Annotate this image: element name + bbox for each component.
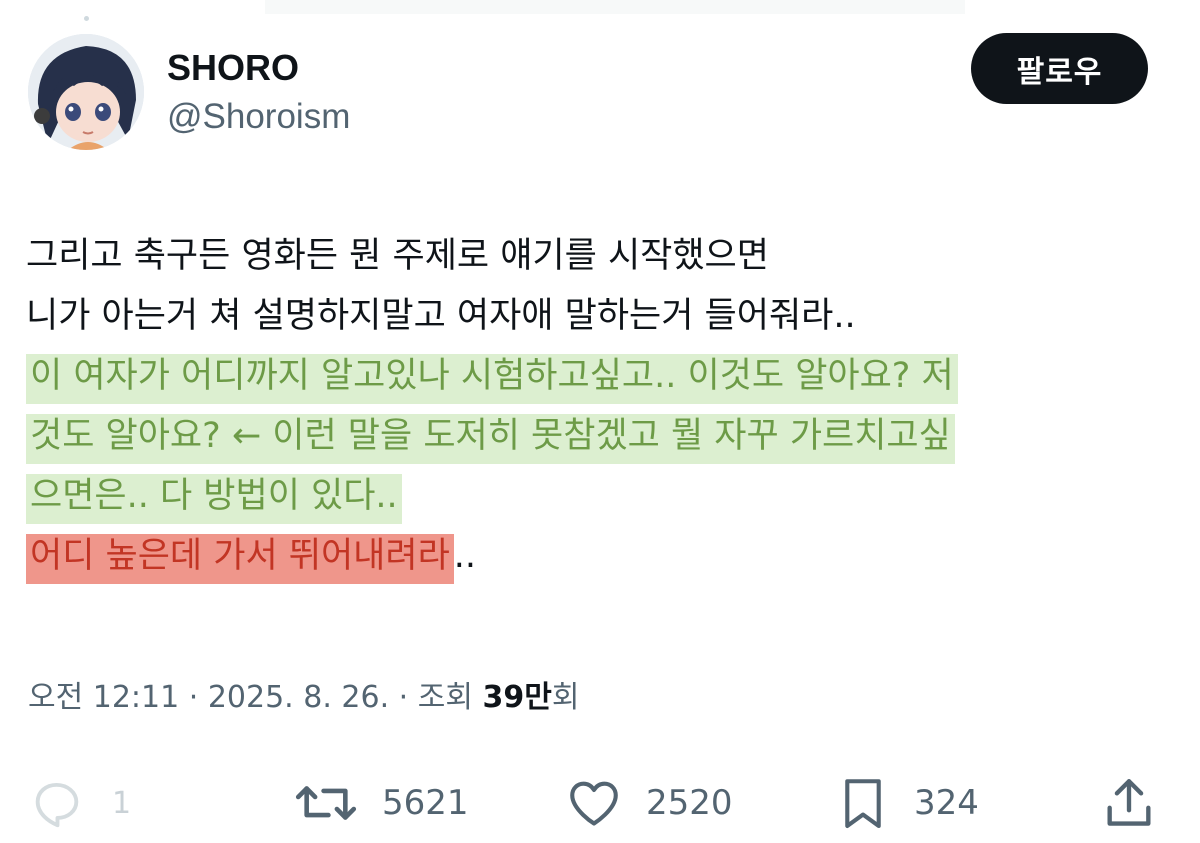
bookmark-count: 324: [914, 783, 979, 823]
tweet-line: 그리고 축구든 영화든 뭔 주제로 얘기를 시작했으면: [26, 226, 1176, 286]
tweet-line-highlighted-green: 으면은.. 다 방법이 있다..: [26, 466, 1176, 526]
meta-separator: ·: [179, 680, 208, 715]
tweet-time[interactable]: 오전 12:11: [28, 680, 179, 715]
tweet-date[interactable]: 2025. 8. 26.: [208, 680, 389, 715]
reply-icon: [35, 782, 79, 828]
display-name[interactable]: SHORO: [167, 46, 299, 90]
share-button[interactable]: [1100, 770, 1158, 836]
tweet-text: 그리고 축구든 영화든 뭔 주제로 얘기를 시작했으면 니가 아는거 쳐 설명하…: [26, 226, 1176, 586]
top-dot: [84, 16, 89, 21]
retweet-button[interactable]: 5621: [292, 770, 469, 836]
reply-button[interactable]: 1: [28, 770, 131, 836]
meta-separator: ·: [389, 680, 418, 715]
user-handle[interactable]: @Shoroism: [167, 95, 350, 139]
top-separator-strip: [265, 0, 965, 14]
reply-count: 1: [112, 785, 132, 821]
avatar-image: [28, 34, 144, 150]
tweet-line-highlighted-red: 어디 높은데 가서 뛰어내려라..: [26, 526, 1176, 586]
green-highlight-text: 으면은.. 다 방법이 있다..: [26, 474, 402, 524]
views-suffix: 회: [551, 680, 580, 715]
tweet-line: 니가 아는거 쳐 설명하지말고 여자애 말하는거 들어줘라..: [26, 286, 1176, 346]
like-count: 2520: [646, 783, 733, 823]
retweet-icon: [295, 786, 357, 820]
tweet-line-suffix: ..: [453, 536, 477, 576]
views-count: 39만: [482, 680, 552, 715]
tweet-line-text: 그리고 축구든 영화든 뭔 주제로 얘기를 시작했으면: [26, 236, 769, 276]
share-icon: [1107, 779, 1151, 826]
bookmark-icon: [845, 779, 881, 829]
green-highlight-text: 것도 알아요? ← 이런 말을 도저히 못참겠고 뭘 자꾸 가르치고싶: [26, 414, 955, 464]
bookmark-button[interactable]: 324: [834, 770, 979, 836]
avatar[interactable]: [28, 34, 144, 150]
tweet-line-highlighted-green: 이 여자가 어디까지 알고있나 시험하고싶고.. 이것도 알아요? 저: [26, 346, 1176, 406]
retweet-count: 5621: [382, 783, 469, 823]
tweet-line-text: 니가 아는거 쳐 설명하지말고 여자애 말하는거 들어줘라..: [26, 296, 856, 336]
follow-button[interactable]: 팔로우: [971, 33, 1148, 104]
like-button[interactable]: 2520: [564, 770, 733, 836]
heart-icon: [570, 781, 618, 826]
views-label: 조회: [417, 680, 483, 715]
tweet-metadata: 오전 12:11 · 2025. 8. 26. · 조회 39만회: [28, 676, 579, 720]
green-highlight-text: 이 여자가 어디까지 알고있나 시험하고싶고.. 이것도 알아요? 저: [26, 354, 958, 404]
tweet-line-highlighted-green: 것도 알아요? ← 이런 말을 도저히 못참겠고 뭘 자꾸 가르치고싶: [26, 406, 1176, 466]
action-bar: 1 5621 2520 324: [0, 770, 1200, 840]
red-highlight-text: 어디 높은데 가서 뛰어내려라: [26, 534, 454, 584]
